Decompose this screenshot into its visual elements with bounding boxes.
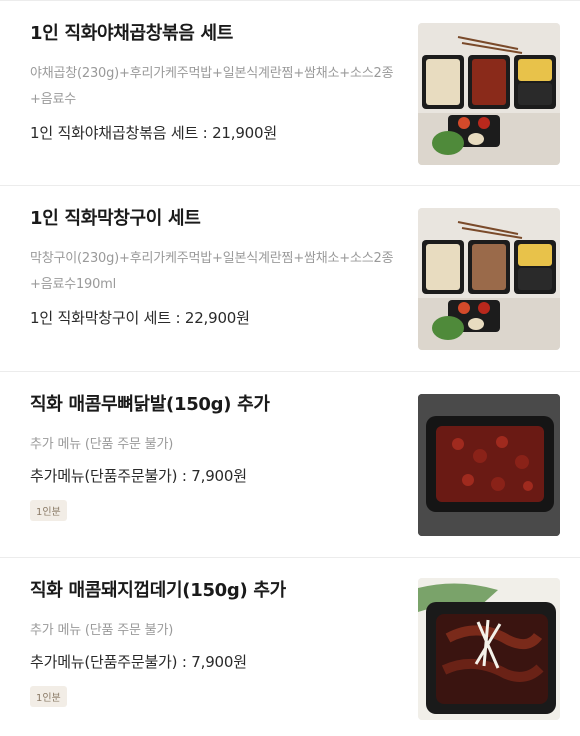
menu-item-info: 1인 직화막창구이 세트 막창구이(230g)+후리가케주먹밥+일본식계란찜+쌈… [30,206,400,330]
chicken-feet-photo [418,394,560,536]
menu-item-price: 추가메뉴(단품주문불가) : 7,900원 [30,467,247,485]
menu-item-photo[interactable] [418,23,560,165]
menu-item-info: 1인 직화야채곱창볶음 세트 야채곱창(230g)+후리가케주먹밥+일본식계란찜… [30,21,400,145]
menu-item-description: 막창구이(230g)+후리가케주먹밥+일본식계란찜+쌈채소+소스2종+음료수19… [30,251,394,292]
menu-item[interactable]: 직화 매콤돼지껍데기(150g) 추가 추가 메뉴 (단품 주문 불가) 추가메… [0,558,580,736]
set-meal-photo [418,23,560,165]
menu-item-description: 추가 메뉴 (단품 주문 불가) [30,437,174,452]
menu-item-photo[interactable] [418,578,560,720]
set-meal-photo [418,208,560,350]
menu-item-photo[interactable] [418,394,560,536]
menu-item-name: 1인 직화막창구이 세트 [30,208,201,229]
menu-item[interactable]: 직화 매콤무뼈닭발(150g) 추가 추가 메뉴 (단품 주문 불가) 추가메뉴… [0,372,580,558]
menu-item-info: 직화 매콤돼지껍데기(150g) 추가 추가 메뉴 (단품 주문 불가) 추가메… [30,578,400,707]
menu-item-name: 직화 매콤돼지껍데기(150g) 추가 [30,580,286,601]
menu-item-description: 야채곱창(230g)+후리가케주먹밥+일본식계란찜+쌈채소+소스2종+음료수 [30,66,394,107]
menu-item-name: 1인 직화야채곱창볶음 세트 [30,23,234,44]
pork-skin-photo [418,578,560,720]
serving-badge: 1인분 [30,500,67,521]
menu-item-photo[interactable] [418,208,560,350]
menu-list: 1인 직화야채곱창볶음 세트 야채곱창(230g)+후리가케주먹밥+일본식계란찜… [0,0,580,736]
menu-item-price: 1인 직화막창구이 세트 : 22,900원 [30,309,250,327]
menu-item-info: 직화 매콤무뼈닭발(150g) 추가 추가 메뉴 (단품 주문 불가) 추가메뉴… [30,392,400,521]
menu-item[interactable]: 1인 직화야채곱창볶음 세트 야채곱창(230g)+후리가케주먹밥+일본식계란찜… [0,0,580,186]
menu-item-price: 추가메뉴(단품주문불가) : 7,900원 [30,653,247,671]
menu-item-price: 1인 직화야채곱창볶음 세트 : 21,900원 [30,124,277,142]
serving-badge: 1인분 [30,686,67,707]
menu-item[interactable]: 1인 직화막창구이 세트 막창구이(230g)+후리가케주먹밥+일본식계란찜+쌈… [0,186,580,372]
menu-item-description: 추가 메뉴 (단품 주문 불가) [30,623,174,638]
menu-item-name: 직화 매콤무뼈닭발(150g) 추가 [30,394,270,415]
